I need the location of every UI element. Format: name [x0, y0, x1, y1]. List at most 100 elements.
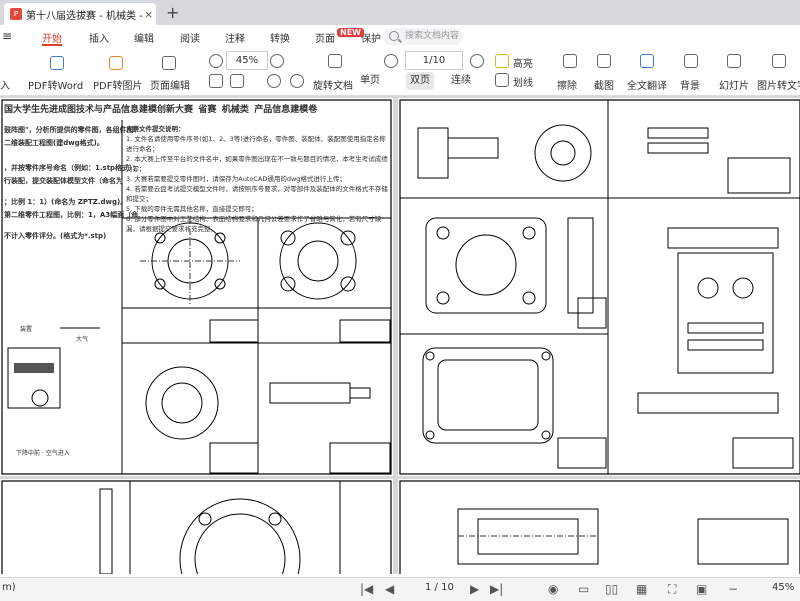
page-edit-button[interactable]: 页面编辑 — [150, 77, 190, 92]
page-4-drawing — [399, 480, 800, 574]
status-page-indicator[interactable]: 1 / 10 — [425, 582, 454, 593]
status-bar: m) |◀ ◀ 1 / 10 ▶ ▶| ◉ ▭ ▯▯ ▦ ⛶ ▣ − 45% — [0, 577, 800, 601]
rotate-document-icon — [328, 54, 342, 68]
underline-button[interactable]: 划线 — [513, 74, 533, 89]
rule-item: 4. 若需要云盘考试提交模型文件时，请按照序号要求，对零部件及装配体的文件格式不… — [126, 185, 388, 203]
image-to-text-icon — [772, 54, 786, 68]
erase-icon — [563, 54, 577, 68]
menu-page[interactable]: 页面 — [315, 30, 335, 45]
double-page-view-button[interactable]: 双页 — [406, 72, 434, 90]
slideshow-icon — [727, 54, 741, 68]
rule-item: 1. 文件名请使用零件序号(如1、2、3等)进行命名，零件图、装配体、装配图使用… — [126, 135, 386, 153]
document-tab[interactable]: P 第十八届选拔赛 - 机械类 - 省... × — [4, 3, 156, 25]
page-3-drawing — [1, 480, 392, 574]
left-text-line: 第二维零件工程图，比例：1，A3幅面（命 — [4, 211, 139, 219]
menu-annotate[interactable]: 注释 — [225, 30, 245, 45]
underline-icon — [495, 73, 509, 87]
double-page-icon[interactable]: ▯▯ — [605, 582, 618, 596]
submission-rules: 大赛文件提交说明： 1. 文件名请使用零件序号(如1、2、3等)进行命名，零件图… — [126, 124, 388, 234]
eye-icon[interactable]: ◉ — [548, 582, 558, 596]
slideshow-button[interactable]: 幻灯片 — [719, 77, 749, 92]
menu-protect[interactable]: 保护 — [361, 30, 381, 45]
last-page-icon[interactable]: ▶| — [490, 582, 503, 596]
rule-item: 2. 本大赛上传至平台的文件名中，如果零件图出现在不一致与题目的情况，本考生考试… — [126, 155, 388, 173]
rotate-right-icon[interactable] — [290, 74, 304, 88]
left-text-line: ，并按零件序号命名（例如：1.stp格式）； — [4, 164, 140, 172]
page-number-input[interactable]: 1/10 — [405, 51, 463, 70]
pdf-to-image-button[interactable]: PDF转图片 — [93, 77, 142, 92]
pdf-page-4 — [398, 479, 800, 574]
screenshot-button[interactable]: 截图 — [594, 77, 614, 92]
translate-button[interactable]: 全文翻译 — [627, 77, 667, 92]
rotate-left-icon[interactable] — [267, 74, 281, 88]
menu-home[interactable]: 开始 — [42, 30, 62, 45]
left-text-line: 不计入零件评分。(格式为*.stp) — [4, 232, 107, 240]
zoom-out-icon[interactable] — [209, 54, 223, 68]
rule-item: 6. 部分零件图中对工艺结构、表面结构要求和几何公差要求作了省略与简化，若有尺寸… — [126, 215, 382, 233]
active-menu-underline — [42, 44, 62, 46]
menu-edit[interactable]: 编辑 — [134, 30, 154, 45]
translate-icon — [640, 54, 654, 68]
page-edit-icon — [162, 56, 176, 70]
highlight-icon — [495, 54, 509, 68]
next-page-icon[interactable] — [470, 54, 484, 68]
truncated-toolbar-item[interactable]: 入 — [0, 77, 10, 92]
fit-icon[interactable]: ▣ — [696, 582, 707, 596]
single-page-view-button[interactable]: 单页 — [356, 72, 384, 90]
left-text-line: 二维装配工程图(建dwg格式)。 — [4, 139, 104, 147]
hamburger-menu-icon[interactable]: ≡ — [2, 29, 12, 43]
fullscreen-icon[interactable]: ⛶ — [668, 582, 676, 597]
continuous-view-button[interactable]: 连续 — [447, 72, 475, 90]
zoom-out-small-icon[interactable]: − — [728, 582, 738, 596]
screenshot-icon — [597, 54, 611, 68]
previous-page-icon[interactable] — [384, 54, 398, 68]
close-tab-icon[interactable]: × — [144, 8, 153, 21]
pdf-page-3 — [0, 479, 393, 574]
menu-convert[interactable]: 转换 — [270, 30, 290, 45]
ribbon-toolbar: 入 PDF转Word PDF转图片 页面编辑 旋转文档 高亮 划线 擦除 截图 … — [0, 49, 800, 96]
left-text-line: 行装配，提交装配体模型文件（命名为 — [4, 177, 123, 185]
thumbnail-icon[interactable]: ▦ — [636, 582, 647, 596]
search-input[interactable]: 搜索文档内容 — [383, 28, 463, 45]
page-2-drawing — [399, 99, 800, 475]
rule-item: 3. 大赛若需要提交零件图时，请保存为AutoCAD通用的dwg格式进行上传； — [126, 175, 346, 183]
pdf-to-image-icon — [109, 56, 123, 70]
new-tab-button[interactable]: + — [166, 3, 179, 22]
erase-button[interactable]: 擦除 — [557, 77, 577, 92]
rules-title: 大赛文件提交说明： — [126, 125, 185, 133]
pdf-to-word-button[interactable]: PDF转Word — [28, 77, 83, 92]
background-button[interactable]: 背景 — [680, 77, 700, 92]
pdf-page-1: 国大学生先进成图技术与产品信息建模创新大赛 省赛 机械类 产品信息建模卷 鼓阵图… — [0, 98, 393, 476]
pdf-to-word-icon — [50, 56, 64, 70]
zoom-input[interactable]: 45% — [226, 51, 268, 70]
search-icon — [389, 31, 399, 41]
status-zoom[interactable]: 45% — [772, 582, 794, 593]
diagram-note: 装置 — [20, 326, 33, 333]
document-viewer[interactable]: 国大学生先进成图技术与产品信息建模创新大赛 省赛 机械类 产品信息建模卷 鼓阵图… — [0, 96, 800, 574]
page-1-title: 国大学生先进成图技术与产品信息建模创新大赛 省赛 机械类 产品信息建模卷 — [4, 105, 318, 115]
diagram-note: 下降中前 · 空气进入 — [16, 450, 70, 457]
single-page-icon[interactable]: ▭ — [578, 582, 589, 596]
left-text-line: 鼓阵图"，分析所提供的零件图，各组件图、 — [4, 126, 141, 134]
page-1-left-text: 鼓阵图"，分析所提供的零件图，各组件图、 二维装配工程图(建dwg格式)。 ，并… — [4, 124, 141, 243]
next-page-button[interactable]: ▶ — [470, 582, 479, 596]
pdf-file-icon: P — [10, 8, 22, 20]
rule-item: 5. 下载的零件无需其他名称，直接提交即可； — [126, 205, 258, 213]
pdf-page-2 — [398, 98, 800, 476]
rotate-document-button[interactable]: 旋转文档 — [313, 77, 353, 92]
background-icon — [684, 54, 698, 68]
tab-title: 第十八届选拔赛 - 机械类 - 省... — [26, 10, 144, 22]
title-bar: P 第十八届选拔赛 - 机械类 - 省... × + — [0, 0, 800, 25]
diagram-note: 大气 — [76, 336, 89, 343]
highlight-button[interactable]: 高亮 — [513, 55, 533, 70]
new-badge: NEW — [337, 28, 364, 37]
first-page-icon[interactable]: |◀ — [360, 582, 373, 596]
left-text-line: ；比例 1：1）(命名为 ZPTZ.dwg)。 — [4, 198, 128, 206]
fit-page-icon[interactable] — [209, 74, 223, 88]
menu-insert[interactable]: 插入 — [89, 30, 109, 45]
image-to-text-button[interactable]: 图片转文字 — [757, 77, 800, 92]
menu-read[interactable]: 阅读 — [180, 30, 200, 45]
fit-width-icon[interactable] — [230, 74, 244, 88]
previous-page-button[interactable]: ◀ — [385, 582, 394, 596]
zoom-in-icon[interactable] — [270, 54, 284, 68]
